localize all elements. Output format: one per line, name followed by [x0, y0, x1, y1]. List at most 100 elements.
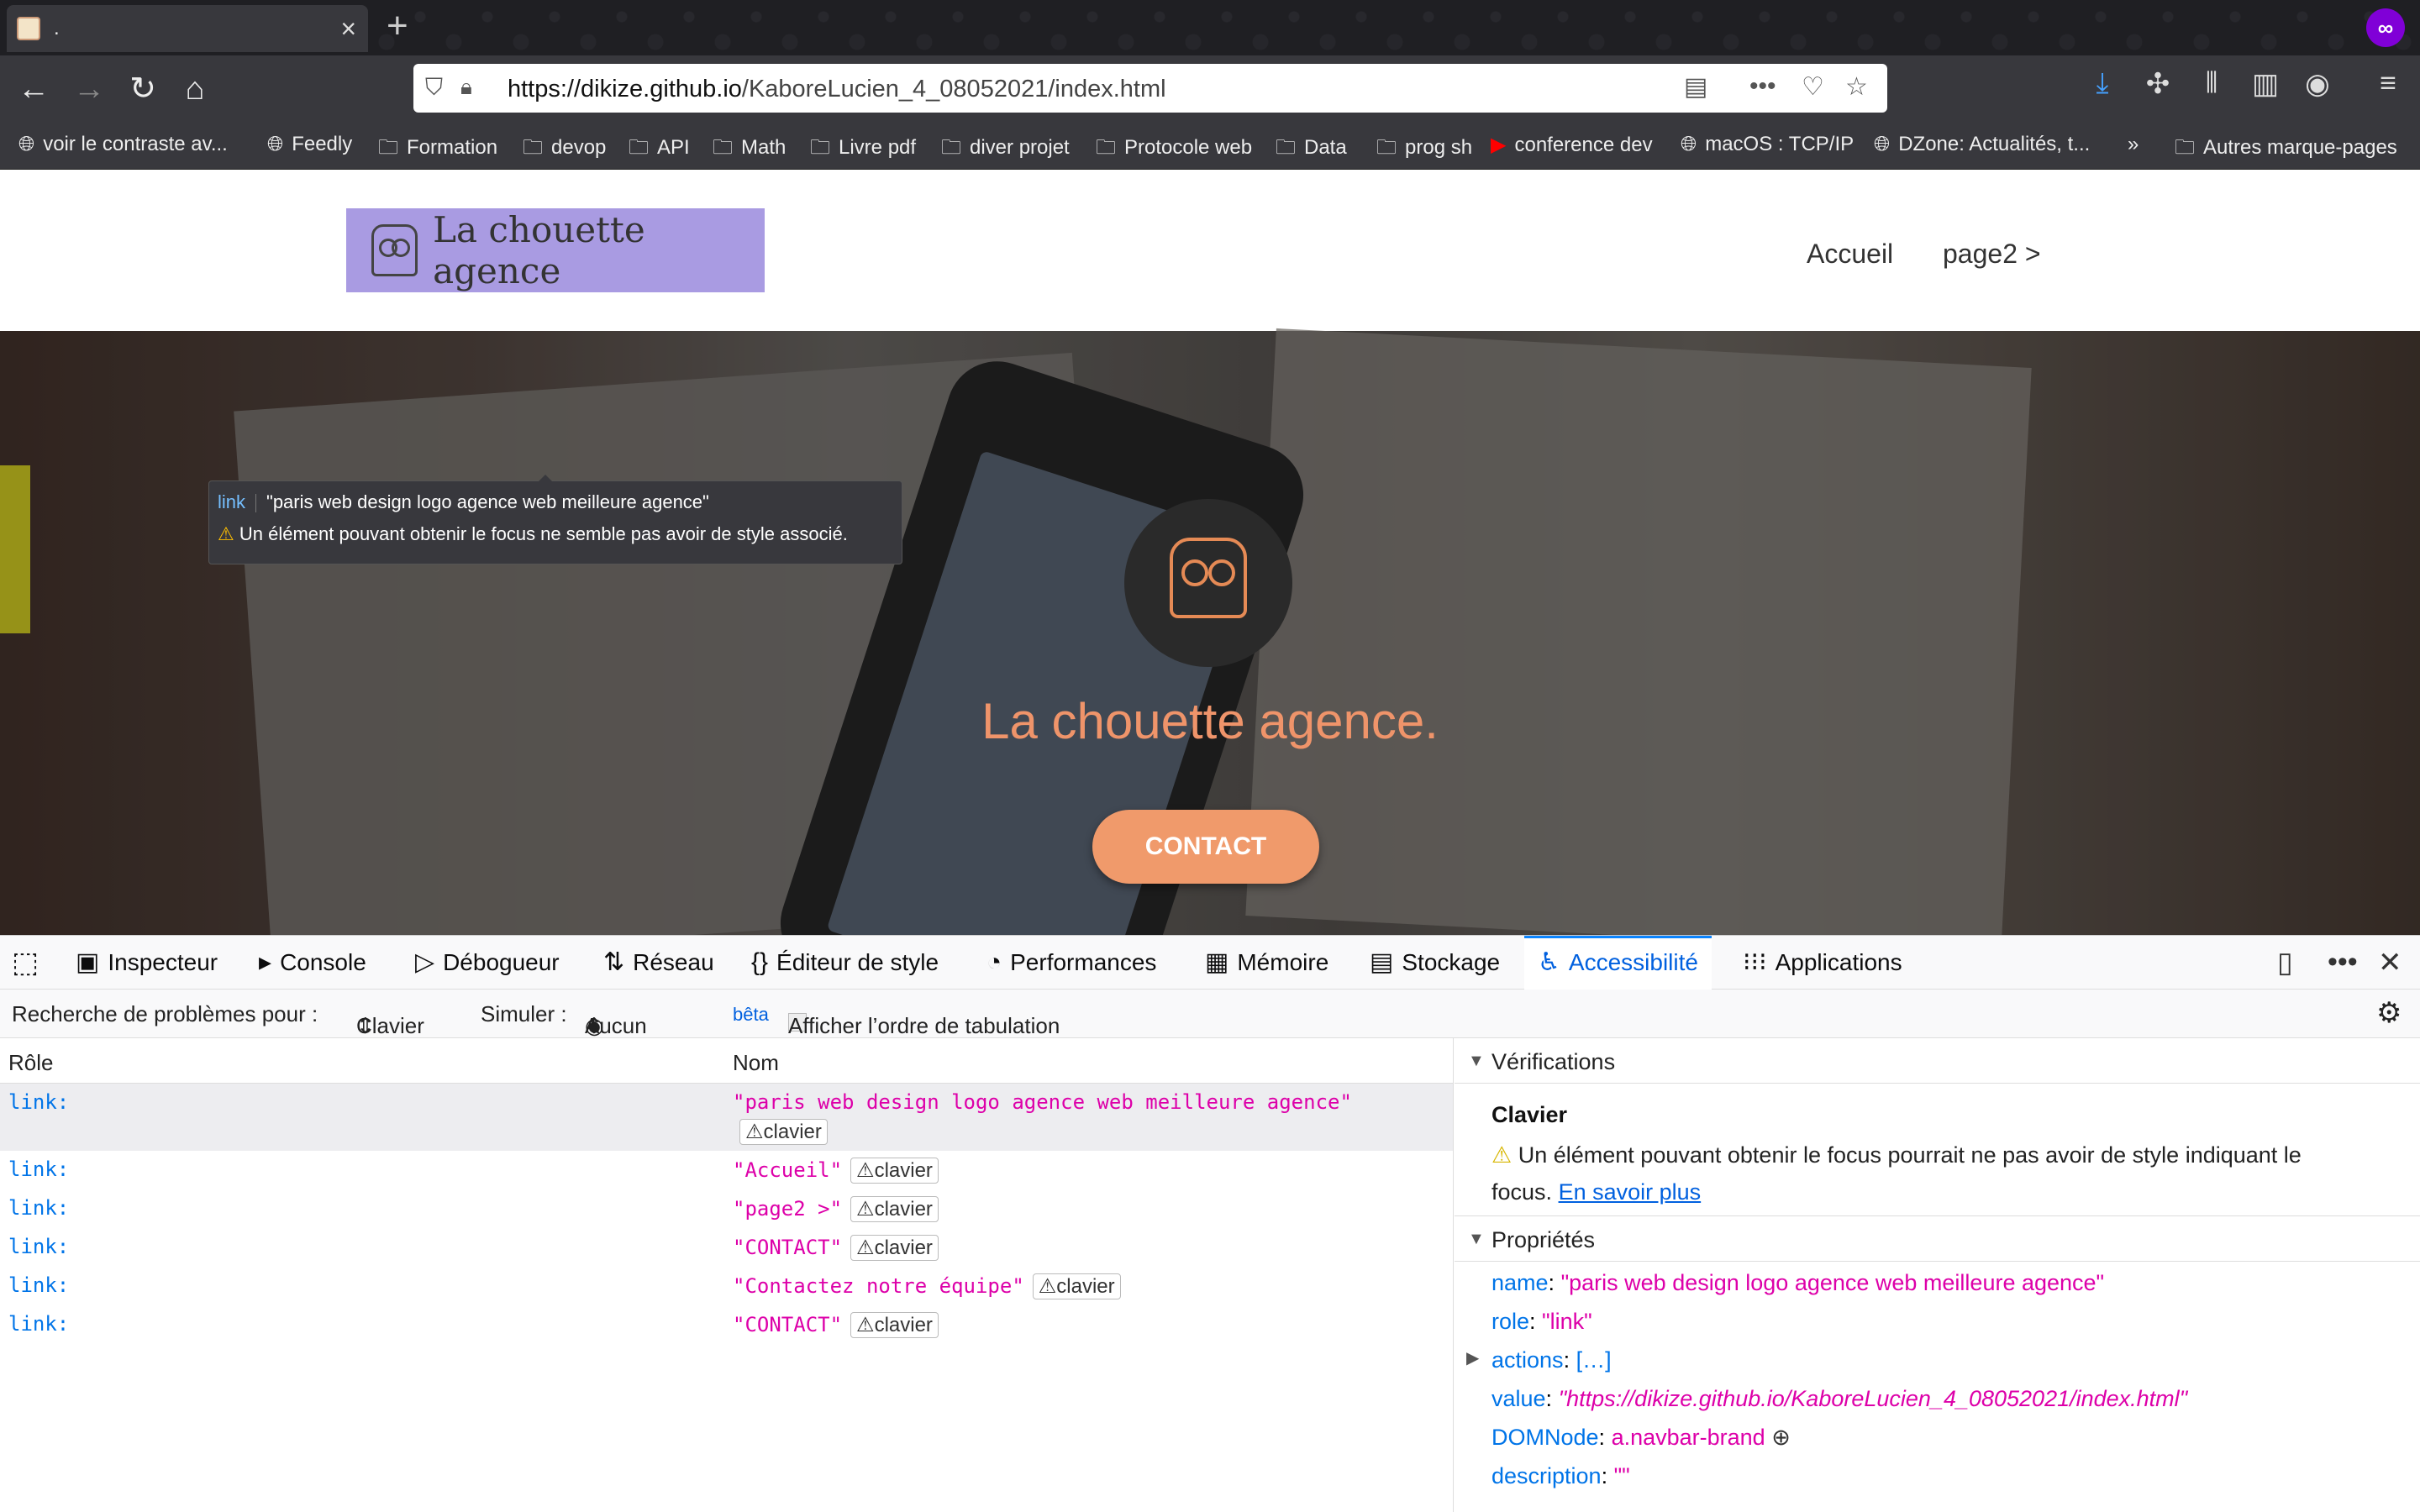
more-bookmarks-icon[interactable]: »	[2128, 133, 2139, 156]
bookmark-folder[interactable]: 🗀 API	[629, 133, 690, 167]
badge-label: clavier	[874, 1314, 933, 1336]
tab-stockage[interactable]: ▤ Stockage	[1370, 936, 1500, 990]
tab-accessibilite[interactable]: ♿︎ Accessibilité	[1524, 936, 1712, 990]
close-tab-icon[interactable]: ×	[340, 13, 356, 45]
collapse-triangle-icon[interactable]: ▼	[1468, 1230, 1485, 1249]
select-arrows-icon: ⇕	[585, 1013, 603, 1038]
tab-console[interactable]: ▸ Console	[259, 936, 366, 990]
collapse-triangle-icon[interactable]: ▼	[1468, 1052, 1485, 1071]
keyboard-badge: ⚠clavier	[850, 1196, 939, 1222]
page-actions-icon[interactable]: •••	[1749, 72, 1776, 101]
url-bar[interactable]: ⛉ 🔒︎ https://dikize.github.io/KaboreLuci…	[413, 64, 1887, 113]
learn-more-link[interactable]: En savoir plus	[1559, 1179, 1702, 1205]
checks-body: Clavier ⚠ Un élément pouvant obtenir le …	[1455, 1084, 2420, 1216]
element-picker-icon[interactable]: ⬚	[12, 936, 39, 990]
contact-button[interactable]: CONTACT	[1092, 810, 1319, 884]
home-icon[interactable]: ⌂	[173, 67, 217, 111]
performance-icon: ◔	[986, 948, 1002, 976]
column-name: Nom	[733, 1050, 779, 1075]
prop-value[interactable]: a.navbar-brand	[1612, 1425, 1765, 1450]
warning-icon: ⚠	[1491, 1142, 1512, 1168]
folder-icon: 🗀	[810, 136, 830, 159]
tab-debogueur[interactable]: ▷ Débogueur	[415, 936, 560, 990]
checks-section-header[interactable]: ▼ Vérifications	[1455, 1038, 2420, 1084]
tree-row-selected[interactable]: link: "paris web design logo agence web …	[0, 1084, 1453, 1151]
tab-memoire[interactable]: ▦ Mémoire	[1205, 936, 1328, 990]
bookmark-folder[interactable]: 🗀 Protocole web	[1096, 133, 1252, 167]
properties-body: name: "paris web design logo agence web …	[1455, 1262, 2420, 1512]
row-role: link:	[8, 1196, 70, 1220]
bookmark-star-icon[interactable]: ☆	[1845, 72, 1868, 102]
row-name-text: "Contactez notre équipe"	[733, 1274, 1024, 1298]
settings-gear-icon[interactable]: ⚙	[2376, 996, 2402, 1030]
bookmark-label: API	[657, 136, 690, 159]
tab-inspecteur[interactable]: ▣ Inspecteur	[76, 936, 218, 990]
tab-reseau[interactable]: ⇅ Réseau	[603, 936, 714, 990]
lock-icon[interactable]: 🔒︎	[460, 74, 472, 101]
bookmark-item[interactable]: 🌐︎ Feedly	[267, 133, 352, 156]
browser-tab[interactable]: . ×	[7, 5, 368, 52]
new-tab-icon[interactable]: +	[387, 5, 408, 47]
warning-icon: ⚠	[218, 523, 234, 544]
accessibility-sidebar: ▼ Vérifications Clavier ⚠ Un élément pou…	[1455, 1038, 2420, 1512]
keyboard-badge: ⚠clavier	[739, 1119, 828, 1145]
tooltip-name: "paris web design logo agence web meille…	[266, 491, 709, 512]
warning-icon: ⚠	[856, 1198, 875, 1221]
checks-category: Clavier	[1491, 1102, 1568, 1127]
tooltip-warning-text: Un élément pouvant obtenir le focus ne s…	[239, 523, 848, 544]
reload-icon[interactable]: ↻	[121, 67, 165, 111]
back-icon[interactable]: ←	[12, 67, 55, 111]
network-icon: ⇅	[603, 948, 625, 976]
bookmark-item[interactable]: 🌐︎ macOS : TCP/IP	[1681, 133, 1854, 156]
bookmark-folder[interactable]: 🗀 Data	[1276, 133, 1347, 167]
bookmark-folder[interactable]: 🗀 Livre pdf	[810, 133, 916, 167]
bookmark-label: prog sh	[1405, 136, 1473, 159]
reader-view-icon[interactable]: ▤	[1684, 72, 1707, 102]
account-icon[interactable]: ◉	[2296, 67, 2339, 101]
menu-icon[interactable]: ≡	[2366, 67, 2410, 100]
tab-applications[interactable]: ⁝⁝⁝ Applications	[1743, 936, 1902, 990]
owl-logo-icon	[371, 224, 418, 276]
tree-row[interactable]: link: "CONTACT" ⚠clavier	[0, 1305, 1453, 1344]
devtools-menu-icon[interactable]: •••	[2328, 946, 2358, 979]
prop-value-text: "https://dikize.github.io/KaboreLucien_4…	[1558, 1386, 2188, 1411]
prop-key: name	[1491, 1270, 1549, 1295]
url-text[interactable]: https://dikize.github.io/KaboreLucien_4_…	[508, 76, 1166, 103]
properties-section-header[interactable]: ▼ Propriétés	[1455, 1216, 2420, 1262]
extensions-icon[interactable]: ✣	[2136, 67, 2180, 101]
bookmark-folder[interactable]: 🗀 prog sh	[1376, 133, 1472, 167]
tree-row[interactable]: link: "Accueil" ⚠clavier	[0, 1151, 1453, 1189]
tab-performances[interactable]: ◔ Performances	[986, 936, 1156, 990]
tab-editeur-de-style[interactable]: {} Éditeur de style	[751, 936, 939, 990]
navbar-brand-link[interactable]: La chouette agence	[346, 208, 765, 292]
nav-link-page2[interactable]: page2 >	[1943, 239, 2041, 270]
download-icon[interactable]: ⤓	[2081, 67, 2124, 100]
bookmark-folder[interactable]: 🗀 Math	[713, 133, 786, 167]
library-icon[interactable]: ⫴	[2190, 67, 2233, 100]
bookmark-item[interactable]: ▶ conference dev	[1491, 133, 1653, 157]
close-devtools-icon[interactable]: ✕	[2378, 946, 2402, 979]
bookmark-item[interactable]: 🌐︎ voir le contraste av...	[18, 133, 228, 156]
tree-row[interactable]: link: "CONTACT" ⚠clavier	[0, 1228, 1453, 1267]
row-role: link:	[8, 1090, 70, 1114]
nav-link-accueil[interactable]: Accueil	[1807, 239, 1893, 270]
bookmark-folder[interactable]: 🗀 Formation	[378, 133, 497, 167]
brand-text: La chouette agence	[433, 209, 645, 291]
folder-icon: 🗀	[378, 136, 398, 159]
bookmark-folder[interactable]: 🗀 diver projet	[941, 133, 1070, 167]
expand-triangle-icon[interactable]: ▶	[1466, 1347, 1479, 1368]
shield-icon[interactable]: ⛉	[425, 74, 443, 102]
sidebar-icon[interactable]: ▥	[2244, 67, 2287, 101]
bookmark-item[interactable]: 🌐︎ DZone: Actualités, t...	[1874, 133, 2090, 156]
badge-label: clavier	[763, 1121, 822, 1143]
inspect-node-icon[interactable]: ⊕	[1771, 1425, 1791, 1450]
tree-row[interactable]: link: "page2 >" ⚠clavier	[0, 1189, 1453, 1228]
pocket-icon[interactable]: ♡	[1802, 72, 1824, 102]
prop-actions[interactable]: actions: […]	[1491, 1347, 1612, 1373]
dock-side-icon[interactable]: ▯	[2277, 946, 2293, 979]
prop-domnode: DOMNode: a.navbar-brand ⊕	[1491, 1425, 1791, 1450]
forward-icon[interactable]: →	[67, 67, 111, 111]
bookmark-folder[interactable]: 🗀 devop	[523, 133, 606, 167]
tree-row[interactable]: link: "Contactez notre équipe" ⚠clavier	[0, 1267, 1453, 1305]
bookmark-folder[interactable]: 🗀 Autres marque-pages	[2175, 133, 2397, 167]
